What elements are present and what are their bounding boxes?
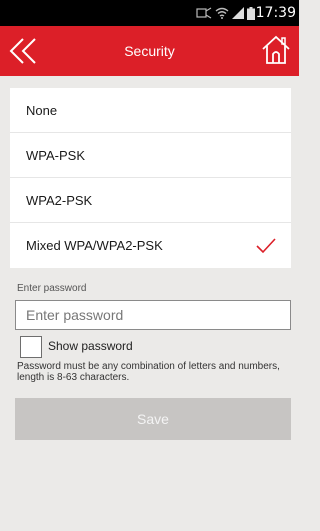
password-caption: Enter password	[17, 283, 87, 294]
checkmark-icon	[256, 238, 276, 254]
save-button[interactable]: Save	[15, 398, 291, 440]
app-header: Security	[0, 26, 299, 76]
status-bar: 17:39	[0, 0, 299, 26]
show-password-checkbox[interactable]	[20, 336, 42, 358]
option-wpa2-psk[interactable]: WPA2-PSK	[10, 178, 291, 223]
status-time: 17:39	[255, 5, 296, 21]
show-password-label: Show password	[48, 339, 133, 353]
password-input[interactable]	[15, 300, 291, 330]
sim-icon	[196, 7, 212, 19]
battery-icon	[247, 6, 255, 20]
option-none[interactable]: None	[10, 88, 291, 133]
status-icons	[196, 6, 255, 20]
home-button[interactable]	[260, 34, 292, 66]
option-label: WPA-PSK	[26, 148, 85, 163]
option-wpa-psk[interactable]: WPA-PSK	[10, 133, 291, 178]
home-icon	[262, 35, 290, 64]
option-label: Mixed WPA/WPA2-PSK	[26, 238, 163, 253]
option-mixed-wpa-wpa2-psk[interactable]: Mixed WPA/WPA2-PSK	[10, 223, 291, 268]
page-title: Security	[124, 43, 175, 59]
option-label: None	[26, 103, 58, 118]
signal-icon	[232, 7, 244, 19]
wifi-icon	[215, 7, 229, 19]
option-label: WPA2-PSK	[26, 193, 93, 208]
password-hint: Password must be any combination of lett…	[17, 361, 280, 383]
security-options-list: None WPA-PSK WPA2-PSK Mixed WPA/WPA2-PSK	[10, 88, 291, 268]
